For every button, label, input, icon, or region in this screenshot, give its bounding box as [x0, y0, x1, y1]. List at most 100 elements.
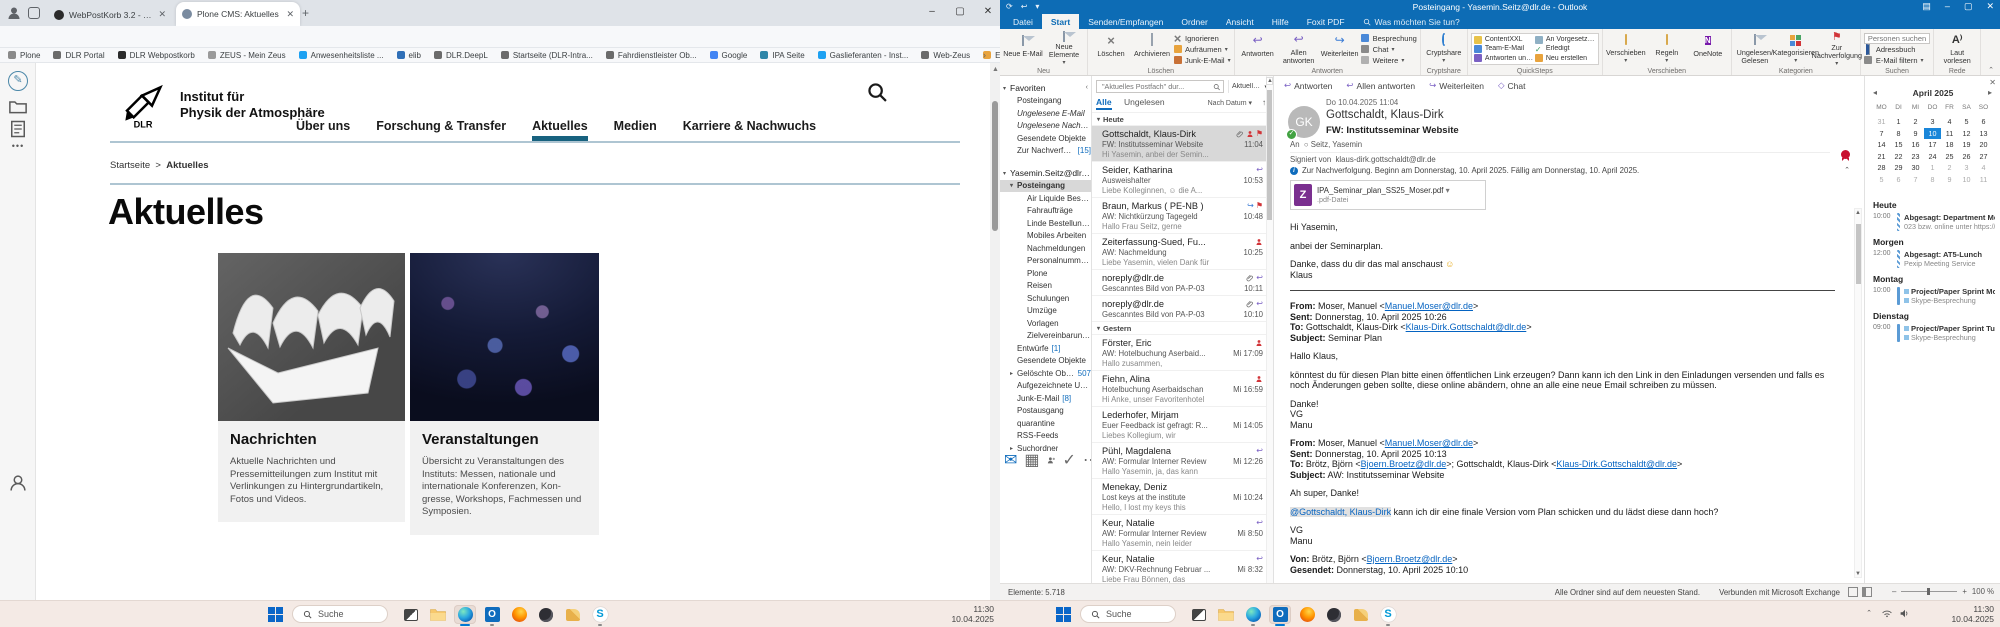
email-link[interactable]: Klaus-Dirk.Gottschaldt@dlr.de	[1406, 322, 1527, 332]
ribbon-button-e-mail-filtern[interactable]: E-Mail filtern▾	[1864, 56, 1930, 66]
folder-item[interactable]: Ungelesene Nachrichten	[1000, 120, 1091, 133]
message-row[interactable]: Förster, EricAW: Hotelbuchung Aserbaid..…	[1092, 334, 1267, 370]
normal-view-icon[interactable]	[1848, 587, 1858, 597]
taskbar-app-firefox-icon[interactable]	[1296, 605, 1318, 624]
message-row[interactable]: Menekay, DenizLost keys at the institute…	[1092, 478, 1267, 514]
folder-item[interactable]: Gesendete Objekte	[1000, 132, 1091, 145]
folder-expand-icon[interactable]: ▾	[1003, 170, 1010, 177]
ribbon-tab-ordner[interactable]: Ordner	[1172, 14, 1216, 29]
ribbon-button-weitere[interactable]: Weitere▾	[1361, 55, 1417, 65]
card-title[interactable]: Nachrichten	[230, 431, 393, 448]
message-list-scroll-up-icon[interactable]: ▲	[1266, 77, 1273, 85]
bookmark-item[interactable]: DLR.DeepL	[434, 51, 488, 60]
bookmark-item[interactable]: ZEUS - Mein Zeus	[208, 51, 286, 60]
tab-close-icon[interactable]: ✕	[286, 9, 294, 20]
folder-item[interactable]: Posteingang	[1000, 95, 1091, 108]
reading-scrollbar-thumb[interactable]	[1856, 224, 1861, 284]
calendar-day[interactable]: 24	[1924, 151, 1941, 163]
ribbon-tab-foxit-pdf[interactable]: Foxit PDF	[1298, 14, 1354, 29]
folder-expand-icon[interactable]: ▾	[1010, 182, 1017, 189]
message-row[interactable]: noreply@dlr.de↩Gescanntes Bild von PA-P-…	[1092, 295, 1267, 321]
calendar-day[interactable]: 4	[1975, 162, 1992, 174]
email-link[interactable]: Manuel.Moser@dlr.de	[1385, 301, 1473, 311]
ribbon-button-allen-antworten[interactable]: ↩Allen antworten	[1279, 31, 1319, 65]
folder-item[interactable]: Postausgang	[1000, 405, 1091, 418]
calendar-day[interactable]: 11	[1975, 174, 1992, 186]
calendar-day[interactable]: 7	[1873, 128, 1890, 140]
email-link[interactable]: Bjoern.Broetz@dlr.de	[1361, 459, 1447, 469]
scroll-up-icon[interactable]: ▲	[992, 66, 999, 73]
message-row[interactable]: Seider, Katharina↩Ausweishalter10:53Lieb…	[1092, 161, 1267, 197]
taskbar-app-explorer-icon[interactable]	[1215, 605, 1237, 624]
email-link[interactable]: Manuel.Moser@dlr.de	[1385, 438, 1473, 448]
folder-item[interactable]: Umzüge	[1000, 305, 1091, 318]
bookmark-item[interactable]: Startseite (DLR-Intra...	[501, 51, 593, 60]
card-title[interactable]: Veranstaltungen	[422, 431, 587, 448]
folder-item[interactable]: Reisen	[1000, 280, 1091, 293]
calendar-day[interactable]: 19	[1958, 139, 1975, 151]
quickstep-item[interactable]: Neu erstellen	[1535, 54, 1596, 63]
folder-item[interactable]: Gesendete Objekte	[1000, 355, 1091, 368]
quickstep-item[interactable]: Team-E-Mail	[1474, 44, 1535, 53]
tray-show-hidden-icon[interactable]: ⌃	[1866, 609, 1872, 617]
folder-item[interactable]: Schulungen	[1000, 292, 1091, 305]
calendar-day[interactable]: 1	[1890, 116, 1907, 128]
calendar-day[interactable]: 18	[1941, 139, 1958, 151]
taskbar-app-task-view-icon[interactable]	[400, 605, 422, 624]
quickstep-item[interactable]: ✓Erledigt	[1535, 44, 1596, 53]
message-row[interactable]: Braun, Markus ( PE-NB )↪⚑AW: Nichtkürzun…	[1092, 197, 1267, 233]
calendar-day[interactable]: 11	[1941, 128, 1958, 140]
nav-calendar-icon[interactable]: ▦	[1024, 450, 1039, 470]
nav-mail-icon[interactable]: ✉	[1004, 450, 1017, 470]
calendar-day[interactable]: 7	[1907, 174, 1924, 186]
reading-scroll-up-icon[interactable]: ▲	[1855, 210, 1861, 216]
folder-item[interactable]: Vorlagen	[1000, 317, 1091, 330]
teaser-card[interactable]: VeranstaltungenÜbersicht zu Veranstaltun…	[410, 253, 599, 535]
ribbon-button-verschieben[interactable]: Verschieben▾	[1606, 31, 1646, 65]
edge-maximize-button[interactable]: ▢	[953, 5, 967, 19]
calendar-day[interactable]: 9	[1941, 174, 1958, 186]
taskbar-app-skype-icon[interactable]: S	[589, 605, 611, 624]
calendar-day[interactable]: 10	[1958, 174, 1975, 186]
search-scope-dropdown[interactable]: Aktuelles Postfach▾	[1228, 80, 1268, 93]
bookmark-item[interactable]: Anwesenheitsliste ...	[299, 51, 384, 60]
email-link[interactable]: Klaus-Dirk.Gottschaldt@dlr.de	[1556, 459, 1677, 469]
tab-all[interactable]: Alle	[1096, 97, 1112, 110]
attachment-chip[interactable]: Z IPA_Seminar_plan_SS25_Moser.pdf ▾ .pdf…	[1290, 180, 1486, 210]
tab-close-icon[interactable]: ✕	[158, 9, 166, 20]
calendar-day[interactable]: 14	[1873, 139, 1890, 151]
folder-item[interactable]: Mobiles Arbeiten	[1000, 230, 1091, 243]
message-row[interactable]: Pühl, Magdalena↩AW: Formular Interner Re…	[1092, 442, 1267, 478]
folder-account-header[interactable]: ▾Favoriten	[1000, 82, 1091, 95]
taskbar-app-edge-icon[interactable]	[1242, 605, 1264, 624]
taskbar-app-skype-icon[interactable]: S	[1377, 605, 1399, 624]
edge-close-button[interactable]: ✕	[981, 5, 995, 19]
bookmark-item[interactable]: DLR Webpostkorb	[118, 51, 195, 60]
ribbon-button-zur-nachverfolgung[interactable]: ⚑Zur Nachverfolgung▾	[1817, 31, 1857, 65]
taskbar-search[interactable]: Suche	[1080, 605, 1176, 623]
ribbon-button-weiterleiten[interactable]: ↪Weiterleiten	[1320, 31, 1360, 65]
outlook-minimize-button[interactable]: –	[1945, 1, 1950, 12]
calendar-day[interactable]: 16	[1907, 139, 1924, 151]
folder-item[interactable]: Aufgezeichnete Unterhaltungen	[1000, 380, 1091, 393]
zoom-out-icon[interactable]: –	[1892, 587, 1896, 596]
sender-name[interactable]: Gottschaldt, Klaus-Dirk	[1326, 109, 1444, 121]
ribbon-button-archivieren[interactable]: Archivieren	[1132, 31, 1172, 65]
calendar-day[interactable]: 5	[1958, 116, 1975, 128]
message-row[interactable]: noreply@dlr.de↩Gescanntes Bild von PA-P-…	[1092, 269, 1267, 295]
tray-network-icon[interactable]	[1882, 609, 1892, 618]
zoom-level[interactable]: 100 %	[1972, 587, 1994, 596]
browser-tab[interactable]: WebPostKorb 3.2 - Eingang - Zu...✕	[48, 4, 172, 25]
ribbon-button-cryptshare[interactable]: Cryptshare▾	[1424, 31, 1464, 65]
teaser-card[interactable]: NachrichtenAktuelle Nachrichten und Pres…	[218, 253, 405, 522]
calendar-day[interactable]: 28	[1873, 162, 1890, 174]
ribbon-button-onenote[interactable]: NOneNote	[1688, 31, 1728, 65]
ribbon-button-neue-elemente[interactable]: Neue Elemente▾	[1044, 31, 1084, 65]
folder-account-header[interactable]: ▾Yasemin.Seitz@dlr.de	[1000, 167, 1091, 180]
folder-item[interactable]: Air Liquide Bestellungen	[1000, 192, 1091, 205]
nav-tasks-icon[interactable]: ✓	[1063, 450, 1076, 470]
ribbon-tab-start[interactable]: Start	[1042, 14, 1079, 29]
appointment-item[interactable]: 10:00Project/Paper Sprint MoSkype-Bespre…	[1873, 287, 1995, 305]
calendar-day[interactable]: 20	[1975, 139, 1992, 151]
folder-item[interactable]: quarantine	[1000, 417, 1091, 430]
